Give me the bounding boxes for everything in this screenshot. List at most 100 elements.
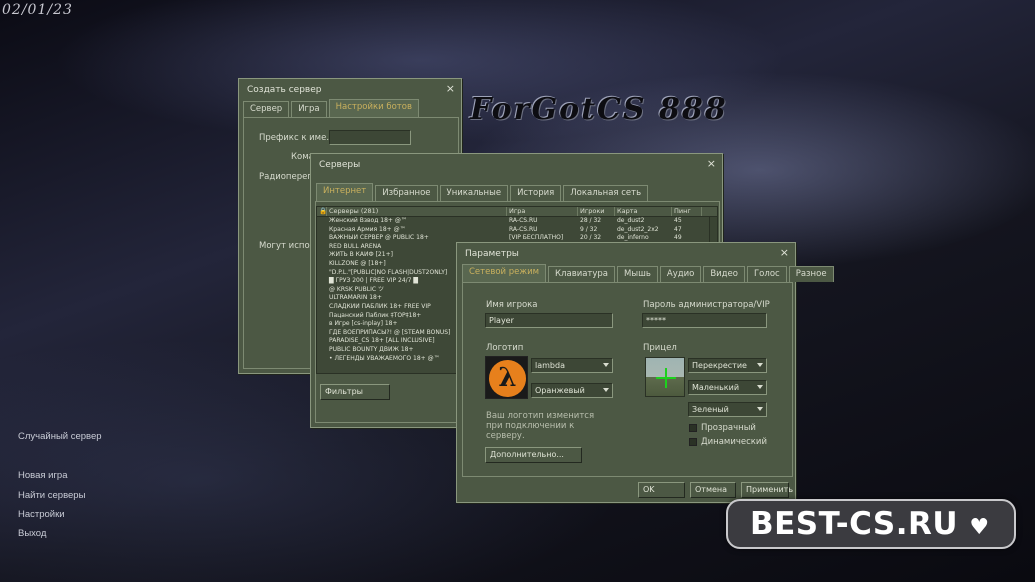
tab-game[interactable]: Игра	[291, 101, 327, 117]
col-servers[interactable]: Серверы (281)	[327, 207, 507, 216]
crosshair-type-select[interactable]: Перекрестие	[688, 358, 767, 373]
server-name-cell: Красная Армия 18+ @™	[329, 225, 406, 233]
chevron-down-icon	[757, 407, 763, 411]
menu-new-game[interactable]: Новая игра	[18, 470, 68, 481]
filters-button[interactable]: Фильтры	[320, 384, 390, 400]
server-lock-cell	[317, 312, 327, 321]
close-icon[interactable]: ×	[780, 246, 789, 259]
chevron-down-icon	[603, 363, 609, 367]
tab-lan[interactable]: Локальная сеть	[563, 185, 649, 201]
chevron-down-icon	[603, 388, 609, 392]
logo-select[interactable]: lambda	[531, 358, 613, 373]
tab-voice[interactable]: Голос	[747, 266, 787, 282]
crosshair-color-select[interactable]: Зеленый	[688, 402, 767, 417]
close-icon[interactable]: ×	[707, 157, 716, 170]
server-ping-cell: 45	[674, 217, 682, 224]
server-row[interactable]: Красная Армия 18+ @™ RA-CS.RU 9 / 32 de_dus…	[317, 226, 717, 235]
tab-keyboard[interactable]: Клавиатура	[548, 266, 616, 282]
server-lock-cell	[317, 243, 327, 252]
menu-exit[interactable]: Выход	[18, 528, 46, 539]
transparent-label: Прозрачный	[701, 423, 756, 433]
tab-unique[interactable]: Уникальные	[439, 185, 509, 201]
dynamic-checkbox[interactable]	[689, 438, 697, 446]
player-name-field[interactable]: Player	[485, 313, 613, 328]
server-lock-cell	[317, 320, 327, 329]
logo-label: Логотип	[486, 343, 524, 353]
server-game-cell: RA-CS.RU	[509, 217, 538, 224]
dynamic-label: Динамический	[701, 437, 767, 447]
logo-color-value: Оранжевый	[535, 386, 585, 395]
ok-button[interactable]: OK	[638, 482, 685, 498]
admin-password-label: Пароль администратора/VIP	[643, 300, 770, 310]
tab-multiplayer[interactable]: Сетевой режим	[462, 264, 547, 282]
background-logo: ForGotCS 888	[470, 92, 728, 127]
crosshair-preview	[645, 357, 685, 397]
crosshair-vertical	[665, 368, 667, 388]
server-ping-cell: 47	[674, 225, 682, 233]
crosshair-size-value: Маленький	[692, 383, 740, 392]
server-lock-cell	[317, 346, 327, 355]
apply-button[interactable]: Применить	[741, 482, 793, 498]
crosshair-label: Прицел	[643, 343, 677, 353]
server-map-cell: de_dust2	[617, 217, 645, 224]
server-lock-cell	[317, 260, 327, 269]
server-lock-cell	[317, 355, 327, 364]
bot-prefix-field[interactable]	[329, 130, 411, 145]
server-map-cell: de_dust2_2x2	[617, 225, 659, 233]
tab-video[interactable]: Видео	[703, 266, 745, 282]
create-server-title: Создать сервер	[247, 85, 322, 95]
servers-tabs: Интернет Избранное Уникальные История Ло…	[316, 183, 650, 201]
bot-prefix-label: Префикс к име...	[259, 133, 335, 143]
player-name-label: Имя игрока	[486, 300, 538, 310]
menu-random-server[interactable]: Случайный сервер	[18, 431, 102, 442]
lock-icon[interactable]: 🔒	[317, 207, 327, 216]
tab-audio[interactable]: Аудио	[659, 266, 702, 282]
logo-select-value: lambda	[535, 361, 565, 370]
server-lock-cell	[317, 337, 327, 346]
logo-color-select[interactable]: Оранжевый	[531, 383, 613, 398]
params-title: Параметры	[465, 249, 519, 259]
site-watermark: BEST-CS.RU ♥	[726, 499, 1016, 549]
server-lock-cell	[317, 329, 327, 338]
col-map[interactable]: Карта	[615, 207, 672, 216]
server-players-cell: 9 / 32	[580, 225, 598, 233]
server-lock-cell	[317, 303, 327, 312]
server-list-header: 🔒 Серверы (281) Игра Игроки Карта Пинг	[317, 207, 717, 217]
create-server-tabs: Сервер Игра Настройки ботов	[243, 99, 421, 117]
server-row[interactable]: Женский Взвод 18+ @™ RA-CS.RU 28 / 32 de_du…	[317, 217, 717, 226]
logo-preview: λ	[485, 356, 528, 399]
tab-bot-settings[interactable]: Настройки ботов	[328, 99, 419, 117]
server-lock-cell	[317, 294, 327, 303]
chevron-down-icon	[757, 363, 763, 367]
server-lock-cell	[317, 286, 327, 295]
menu-find-servers[interactable]: Найти серверы	[18, 490, 85, 501]
params-tabs: Сетевой режим Клавиатура Мышь Аудио Виде…	[462, 264, 836, 282]
menu-settings[interactable]: Настройки	[18, 509, 65, 520]
col-game[interactable]: Игра	[507, 207, 578, 216]
admin-password-field[interactable]: *****	[642, 313, 767, 328]
servers-title: Серверы	[319, 160, 361, 170]
tab-misc[interactable]: Разное	[788, 266, 834, 282]
crosshair-size-select[interactable]: Маленький	[688, 380, 767, 395]
logo-note: Ваш логотип изменится при подключении к …	[486, 411, 595, 441]
tab-history[interactable]: История	[510, 185, 562, 201]
crosshair-color-value: Зеленый	[692, 405, 729, 414]
col-players[interactable]: Игроки	[578, 207, 615, 216]
server-lock-cell	[317, 277, 327, 286]
advanced-button[interactable]: Дополнительно...	[485, 447, 582, 463]
chevron-down-icon	[757, 385, 763, 389]
transparent-checkbox[interactable]	[689, 424, 697, 432]
tab-server[interactable]: Сервер	[243, 101, 290, 117]
date-stamp: 02/01/23	[2, 2, 73, 18]
col-ping[interactable]: Пинг	[672, 207, 702, 216]
server-lock-cell	[317, 251, 327, 260]
tab-favorites[interactable]: Избранное	[375, 185, 438, 201]
heart-icon: ♥	[969, 515, 990, 540]
close-icon[interactable]: ×	[446, 82, 455, 95]
server-lock-cell	[317, 217, 327, 226]
server-lock-cell	[317, 269, 327, 278]
server-players-cell: 28 / 32	[580, 217, 602, 224]
tab-internet[interactable]: Интернет	[316, 183, 374, 201]
cancel-button[interactable]: Отмена	[690, 482, 736, 498]
tab-mouse[interactable]: Мышь	[617, 266, 658, 282]
